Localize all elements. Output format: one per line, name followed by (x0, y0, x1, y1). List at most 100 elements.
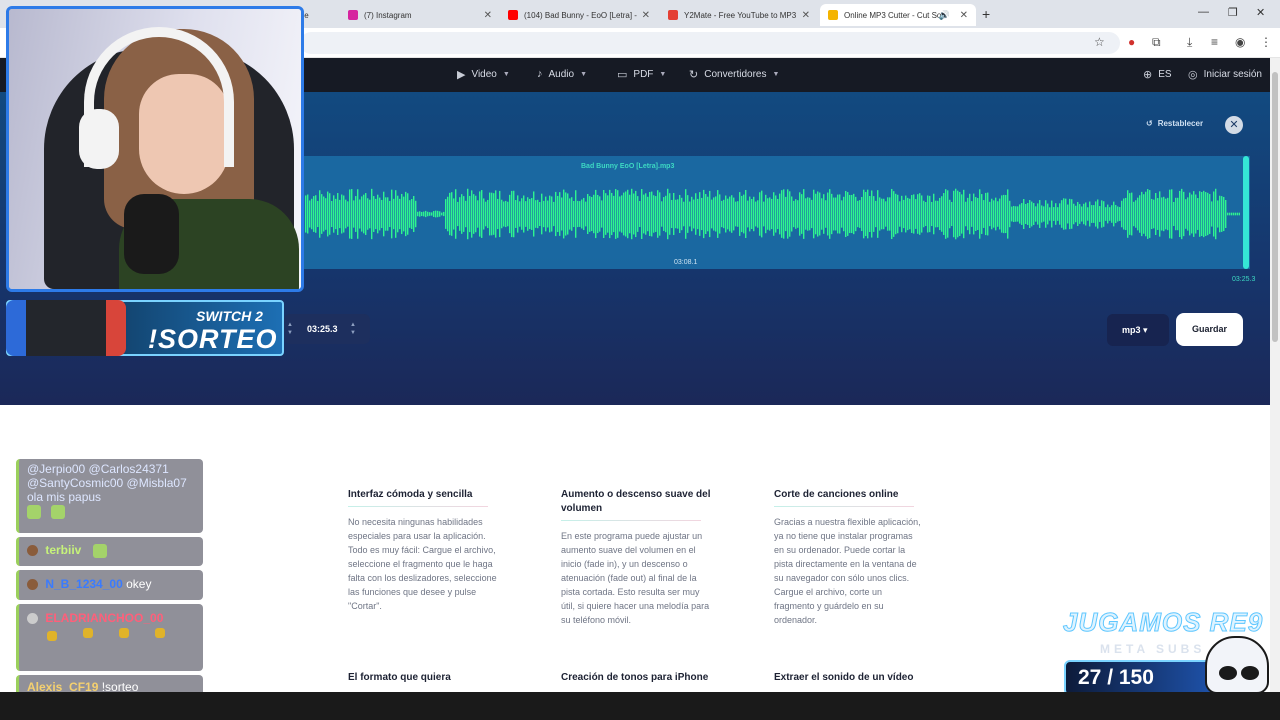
menu-dots-icon[interactable]: ⋮ (1260, 35, 1272, 49)
reset-button[interactable]: ↺ Restablecer (1146, 119, 1203, 128)
extension-icon[interactable]: ● (1128, 35, 1135, 49)
waveform-bar (581, 199, 583, 229)
close-tab-icon[interactable]: ✕ (960, 10, 968, 21)
waveform-bar (861, 196, 863, 232)
waveform-bar (909, 198, 911, 230)
waveform-bar (1209, 194, 1211, 234)
tab-instagram[interactable]: (7) Instagram ✕ (340, 4, 500, 26)
waveform-bar (365, 193, 367, 235)
scrollbar-thumb[interactable] (1272, 72, 1278, 342)
waveform-bar (345, 199, 347, 229)
save-button[interactable]: Guardar (1176, 313, 1243, 346)
stepper-left-icon[interactable]: ▲ ▼ (287, 321, 293, 337)
audio-playing-icon[interactable]: 🔊 (939, 10, 950, 21)
language-selector[interactable]: ⊕ ES (1143, 68, 1172, 81)
waveform-bar (375, 198, 377, 230)
end-time-input[interactable]: ▲ ▼ 03:25.3 ▲ ▼ (284, 314, 370, 344)
waveform-bar (1145, 191, 1147, 237)
waveform-bar (1045, 200, 1047, 228)
waveform-bar (517, 195, 519, 233)
waveform-bar (607, 195, 609, 233)
tab-mp3-cutter[interactable]: Online MP3 Cutter - Cut So 🔊 ✕ (820, 4, 976, 26)
waveform-bar (557, 195, 559, 233)
waveform-bar (447, 196, 449, 232)
end-trim-handle[interactable] (1243, 156, 1249, 269)
waveform-bar (1221, 196, 1223, 232)
waveform-bar (351, 189, 353, 239)
waveform-bar (539, 201, 541, 227)
nav-video[interactable]: ▶ Video ▼ (457, 68, 510, 81)
waveform-bar (339, 199, 341, 229)
waveform-bar (687, 195, 689, 233)
tab-y2mate[interactable]: Y2Mate - Free YouTube to MP3 ✕ (660, 4, 818, 26)
waveform-bar (685, 189, 687, 239)
file-name: Bad Bunny EoO [Letra].mp3 (581, 163, 675, 170)
waveform-bar (763, 201, 765, 227)
waveform-bar (307, 194, 309, 234)
waveform-bar (471, 190, 473, 238)
waveform-bar (527, 197, 529, 231)
waveform-bar (1081, 206, 1083, 222)
stepper-right-icon[interactable]: ▲ ▼ (350, 321, 356, 337)
waveform-bar (523, 195, 525, 233)
waveform-bar (753, 196, 755, 232)
waveform-bar (779, 193, 781, 235)
waveform-bar (599, 196, 601, 232)
restore-button[interactable]: ❐ (1228, 6, 1238, 19)
playlist-icon[interactable]: ≡ (1211, 35, 1218, 49)
waveform-bar (427, 211, 429, 217)
waveform-bar (791, 196, 793, 232)
waveform-bar (815, 193, 817, 235)
waveform-bar (501, 199, 503, 229)
nav-audio[interactable]: ♪ Audio ▼ (537, 68, 587, 80)
waveform-bar (1237, 212, 1239, 216)
tab-youtube[interactable]: (104) Bad Bunny - EoO [Letra] - ✕ (500, 4, 658, 26)
waveform-bar (379, 197, 381, 231)
close-editor-button[interactable]: ✕ (1225, 116, 1243, 134)
waveform-bar (627, 189, 629, 239)
new-tab-button[interactable]: + (982, 6, 990, 22)
login-link[interactable]: ◎ Iniciar sesión (1188, 68, 1262, 81)
waveform-bar (859, 200, 861, 228)
nav-pdf[interactable]: ▭ PDF ▼ (617, 68, 666, 81)
waveform-bar (393, 198, 395, 230)
nav-converters[interactable]: ↻ Convertidores ▼ (689, 68, 779, 81)
video-icon: ▶ (457, 69, 466, 81)
waveform-bar (1195, 194, 1197, 234)
download-icon[interactable]: ⤓ (1187, 35, 1192, 50)
document-icon: ▭ (617, 69, 628, 81)
waveform-bar (371, 188, 373, 240)
close-tab-icon[interactable]: ✕ (802, 10, 810, 21)
minimize-button[interactable]: — (1198, 6, 1209, 18)
waveform-bar (731, 195, 733, 233)
waveform-bar (1075, 205, 1077, 223)
bookmark-star-icon[interactable]: ☆ (1094, 35, 1105, 49)
globe-icon: ⊕ (1143, 69, 1153, 81)
address-bar[interactable] (300, 32, 1120, 54)
format-select[interactable]: mp3 ▾ (1107, 314, 1169, 346)
waveform-bar (1019, 204, 1021, 224)
waveform-bar (399, 198, 401, 230)
waveform-bar (1173, 201, 1175, 227)
extensions-puzzle-icon[interactable]: ⧉ (1152, 35, 1161, 50)
waveform-bar (893, 191, 895, 237)
waveform-bar (595, 189, 597, 239)
emote-icon (119, 628, 129, 638)
waveform-bar (723, 199, 725, 229)
giveaway-line1: SWITCH 2 (196, 308, 263, 324)
waveform-bar (805, 198, 807, 230)
waveform-bar (555, 191, 557, 237)
waveform[interactable] (305, 185, 1240, 243)
close-tab-icon[interactable]: ✕ (642, 10, 650, 21)
feature-title: Creación de tonos para iPhone (561, 672, 709, 683)
waveform-bar (551, 196, 553, 232)
waveform-bar (1153, 199, 1155, 229)
waveform-bar (531, 198, 533, 230)
waveform-bar (569, 198, 571, 230)
close-window-button[interactable]: ✕ (1256, 6, 1265, 19)
waveform-bar (975, 197, 977, 231)
profile-avatar-icon[interactable]: ◉ (1235, 35, 1245, 49)
close-tab-icon[interactable]: ✕ (484, 10, 492, 21)
waveform-bar (677, 199, 679, 229)
waveform-bar (513, 190, 515, 238)
